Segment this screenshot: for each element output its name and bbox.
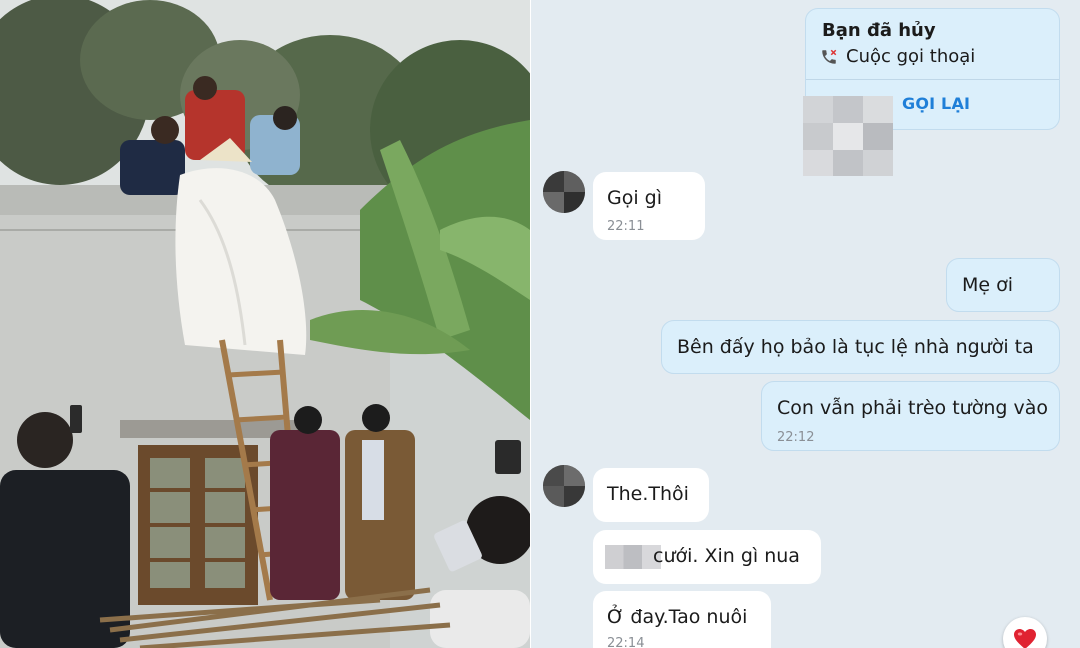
- message-bubble[interactable]: The.Thôi: [593, 468, 709, 522]
- call-subtitle: Cuộc gọi thoại: [846, 46, 976, 67]
- contact-avatar[interactable]: [543, 171, 585, 213]
- message-time: 22:12: [777, 430, 815, 445]
- photo-illustration: [0, 0, 530, 648]
- message-text: Ở đay.Tao nuôi: [607, 606, 748, 628]
- chat-panel: Bạn đã hủy Cuộc gọi thoại GỌI LẠI Gọi gì: [531, 0, 1080, 648]
- message-bubble[interactable]: cưới. Xin gì nua: [593, 530, 821, 584]
- call-title: Bạn đã hủy: [822, 20, 936, 41]
- message-bubble[interactable]: Con vẫn phải trèo tường vào 22:12: [761, 381, 1060, 451]
- wedding-photo: [0, 0, 530, 648]
- message-text: Mẹ ơi: [962, 274, 1014, 296]
- heart-icon: [1014, 629, 1036, 648]
- message-text: The.Thôi: [607, 483, 689, 505]
- phone-icon: [822, 49, 837, 64]
- message-text: Con vẫn phải trèo tường vào: [777, 397, 1048, 419]
- call-subtitle-row: Cuộc gọi thoại: [820, 46, 975, 67]
- contact-avatar[interactable]: [543, 465, 585, 507]
- message-bubble[interactable]: Bên đấy họ bảo là tục lệ nhà người ta: [661, 320, 1060, 374]
- message-bubble[interactable]: Gọi gì 22:11: [593, 172, 705, 240]
- message-text: Bên đấy họ bảo là tục lệ nhà người ta: [677, 336, 1034, 358]
- message-bubble[interactable]: Mẹ ơi: [946, 258, 1060, 312]
- message-text: cưới. Xin gì nua: [653, 545, 800, 567]
- pixelated-avatar: [803, 96, 893, 176]
- message-text: Gọi gì: [607, 187, 663, 209]
- reaction-button[interactable]: [1003, 617, 1047, 648]
- message-time: 22:11: [607, 219, 645, 234]
- message-time: 22:14: [607, 636, 645, 648]
- call-back-button[interactable]: GỌI LẠI: [902, 94, 970, 113]
- message-bubble[interactable]: Ở đay.Tao nuôi 22:14: [593, 591, 771, 648]
- call-divider: [806, 79, 1059, 80]
